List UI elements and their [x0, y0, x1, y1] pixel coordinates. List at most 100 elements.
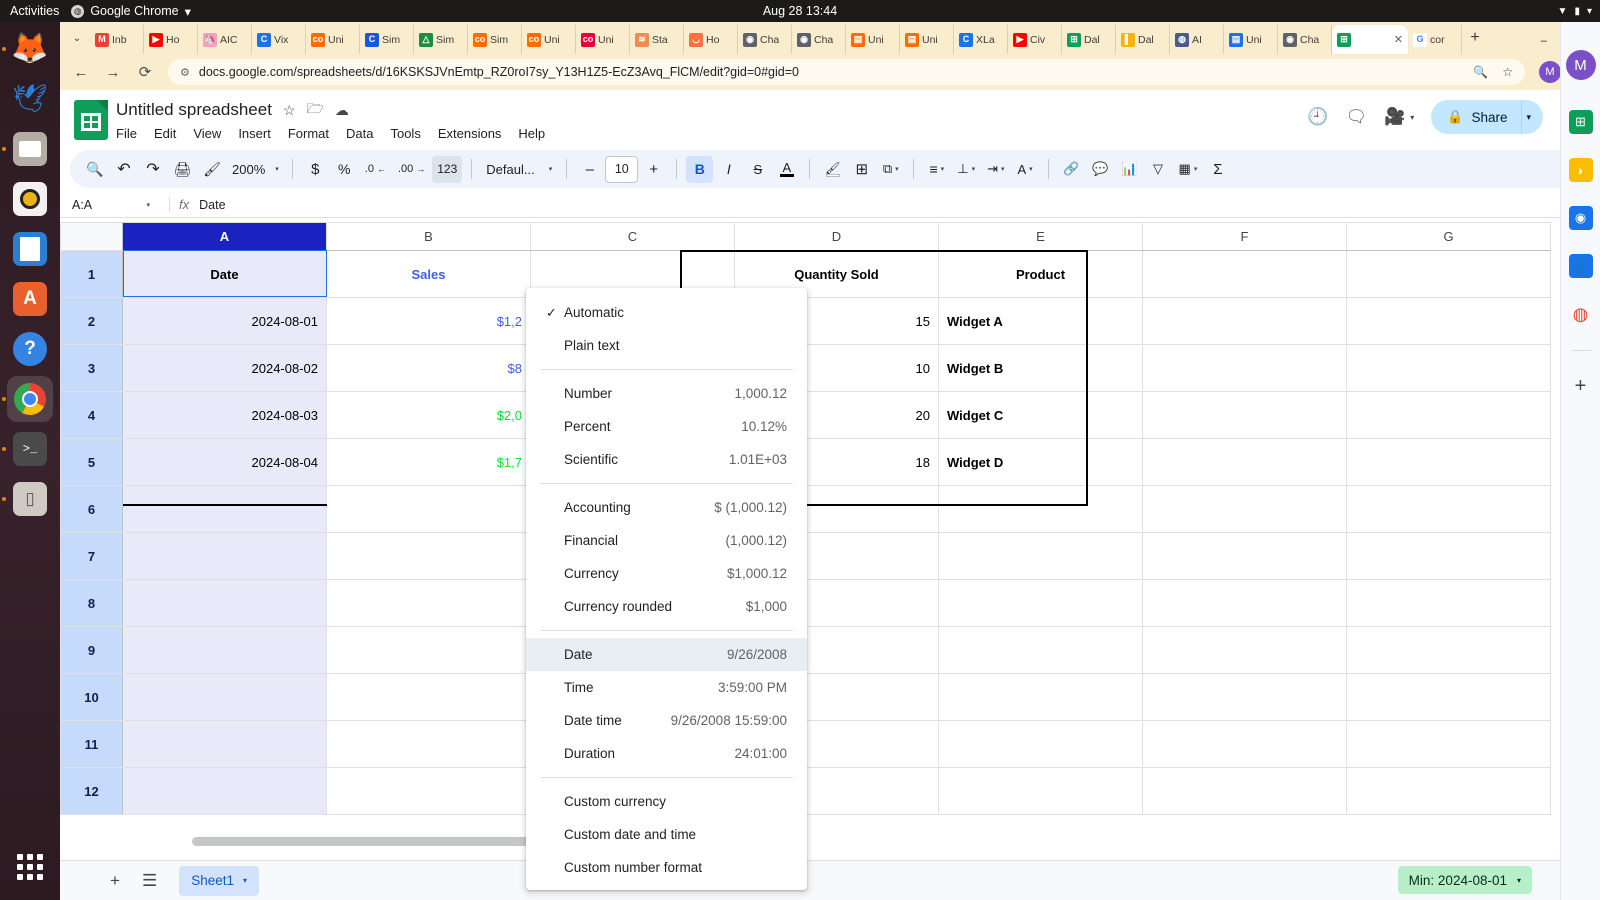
format-menu-item-time[interactable]: Time 3:59:00 PM: [526, 671, 807, 704]
cell-A12[interactable]: [122, 767, 327, 815]
cell-F7[interactable]: [1142, 532, 1347, 580]
browser-tab[interactable]: co Sim: [468, 25, 522, 54]
cell-G7[interactable]: [1346, 532, 1551, 580]
cell-E8[interactable]: [938, 579, 1143, 627]
cell-B1[interactable]: Sales: [326, 250, 531, 298]
horizontal-scroll-thumb[interactable]: [192, 837, 532, 846]
google-maps-side-icon[interactable]: ◍: [1569, 302, 1593, 326]
cell-B11[interactable]: [326, 720, 531, 768]
cell-F4[interactable]: [1142, 391, 1347, 439]
side-panel-avatar[interactable]: M: [1565, 50, 1596, 80]
cell-G3[interactable]: [1346, 344, 1551, 392]
cell-E3[interactable]: Widget B: [938, 344, 1143, 392]
document-title[interactable]: Untitled spreadsheet: [116, 100, 272, 120]
format-menu-item-number[interactable]: Number 1,000.12: [526, 377, 807, 410]
column-header-d[interactable]: D: [734, 222, 939, 251]
functions-button[interactable]: Σ: [1204, 156, 1231, 183]
chrome-profile-avatar[interactable]: M: [1539, 61, 1561, 83]
forward-button[interactable]: →: [104, 64, 122, 81]
cell-G6[interactable]: [1346, 485, 1551, 533]
dock-item-libreoffice-writer-icon[interactable]: [7, 226, 53, 272]
menu-item-data[interactable]: Data: [346, 126, 373, 141]
browser-tab[interactable]: M Inb: [90, 25, 144, 54]
font-size-input[interactable]: 10: [605, 155, 639, 183]
browser-tab[interactable]: C Sim: [360, 25, 414, 54]
status-summary-chip[interactable]: Min: 2024-08-01 ▾: [1397, 866, 1532, 894]
cell-F9[interactable]: [1142, 626, 1347, 674]
format-menu-item-automatic[interactable]: ✓ Automatic: [526, 296, 807, 329]
italic-button[interactable]: I: [715, 156, 742, 183]
format-menu-item-currency-rounded[interactable]: Currency rounded $1,000: [526, 590, 807, 623]
cell-A5[interactable]: 2024-08-04: [122, 438, 327, 486]
cell-E5[interactable]: Widget D: [938, 438, 1143, 486]
cell-F11[interactable]: [1142, 720, 1347, 768]
star-icon[interactable]: ☆: [283, 102, 296, 119]
column-header-a[interactable]: A: [122, 222, 327, 251]
zoom-indicator-icon[interactable]: 🔍: [1473, 65, 1488, 79]
cell-B4[interactable]: $2,0: [326, 391, 531, 439]
browser-tab[interactable]: ≋ Sta: [630, 25, 684, 54]
share-button[interactable]: 🔒 Share: [1431, 100, 1522, 134]
redo-button[interactable]: ↷: [139, 156, 166, 183]
format-menu-item-date[interactable]: Date 9/26/2008: [526, 638, 807, 671]
cell-B7[interactable]: [326, 532, 531, 580]
browser-tab[interactable]: 🦄 AIC: [198, 25, 252, 54]
dock-item-ubuntu-software-icon[interactable]: A: [7, 276, 53, 322]
format-menu-item-duration[interactable]: Duration 24:01:00: [526, 737, 807, 770]
search-icon[interactable]: 🔍: [81, 156, 108, 183]
cloud-saved-icon[interactable]: ☁: [335, 102, 349, 119]
browser-tab[interactable]: ▤ Uni: [1224, 25, 1278, 54]
cell-G5[interactable]: [1346, 438, 1551, 486]
cell-A11[interactable]: [122, 720, 327, 768]
dock-item-files-icon[interactable]: [2, 126, 53, 172]
row-header-3[interactable]: 3: [60, 344, 123, 392]
column-header-g[interactable]: G: [1346, 222, 1551, 251]
row-header-7[interactable]: 7: [60, 532, 123, 580]
column-header-f[interactable]: F: [1142, 222, 1347, 251]
row-header-2[interactable]: 2: [60, 297, 123, 345]
row-header-10[interactable]: 10: [60, 673, 123, 721]
formula-input[interactable]: Date: [199, 198, 225, 212]
format-menu-item-date-time[interactable]: Date time 9/26/2008 15:59:00: [526, 704, 807, 737]
cell-A3[interactable]: 2024-08-02: [122, 344, 327, 392]
add-sheet-button[interactable]: +: [110, 871, 120, 891]
cell-E1[interactable]: Product: [938, 250, 1143, 298]
cell-B5[interactable]: $1,7: [326, 438, 531, 486]
cell-A6[interactable]: [122, 485, 327, 533]
google-sheets-side-icon[interactable]: ⊞: [1568, 110, 1593, 134]
browser-tab[interactable]: C Vix: [252, 25, 306, 54]
text-color-button[interactable]: A: [773, 156, 800, 183]
row-header-9[interactable]: 9: [60, 626, 123, 674]
row-header-8[interactable]: 8: [60, 579, 123, 627]
cell-G10[interactable]: [1346, 673, 1551, 721]
app-menu[interactable]: ◍ Google Chrome ▾: [71, 4, 191, 19]
format-menu-item-custom-currency[interactable]: Custom currency: [526, 785, 807, 818]
all-sheets-button[interactable]: ☰: [142, 871, 157, 891]
menu-item-tools[interactable]: Tools: [390, 126, 420, 141]
gnome-clock[interactable]: Aug 28 13:44: [763, 4, 837, 18]
menu-item-view[interactable]: View: [193, 126, 221, 141]
format-menu-item-custom-date-time[interactable]: Custom date and time: [526, 818, 807, 851]
select-all-corner[interactable]: [60, 222, 123, 251]
format-menu-item-financial[interactable]: Financial (1,000.12): [526, 524, 807, 557]
menu-item-help[interactable]: Help: [518, 126, 545, 141]
browser-tab[interactable]: ▶ Civ: [1008, 25, 1062, 54]
minimize-button[interactable]: –: [1541, 35, 1547, 48]
google-tasks-side-icon[interactable]: ◉: [1568, 206, 1593, 230]
cell-E2[interactable]: Widget A: [938, 297, 1143, 345]
merge-cells-button[interactable]: ⧉ ▾: [877, 156, 904, 183]
format-menu-item-currency[interactable]: Currency $1,000.12: [526, 557, 807, 590]
bookmark-star-icon[interactable]: ☆: [1502, 65, 1513, 79]
menu-item-extensions[interactable]: Extensions: [438, 126, 502, 141]
functions-table-button[interactable]: ▦ ▾: [1174, 156, 1203, 183]
dock-item-help-icon[interactable]: ?: [7, 326, 53, 372]
browser-tab[interactable]: Gcor: [1408, 25, 1462, 54]
browser-tab-active[interactable]: ⊞ ✕: [1332, 25, 1408, 54]
print-button[interactable]: 🖨: [168, 156, 196, 183]
dock-item-terminal-icon[interactable]: >_: [2, 426, 53, 472]
browser-tab[interactable]: △ Sim: [414, 25, 468, 54]
menu-item-file[interactable]: File: [116, 126, 137, 141]
show-applications-button[interactable]: [7, 844, 53, 890]
cell-F3[interactable]: [1142, 344, 1347, 392]
cell-A10[interactable]: [122, 673, 327, 721]
